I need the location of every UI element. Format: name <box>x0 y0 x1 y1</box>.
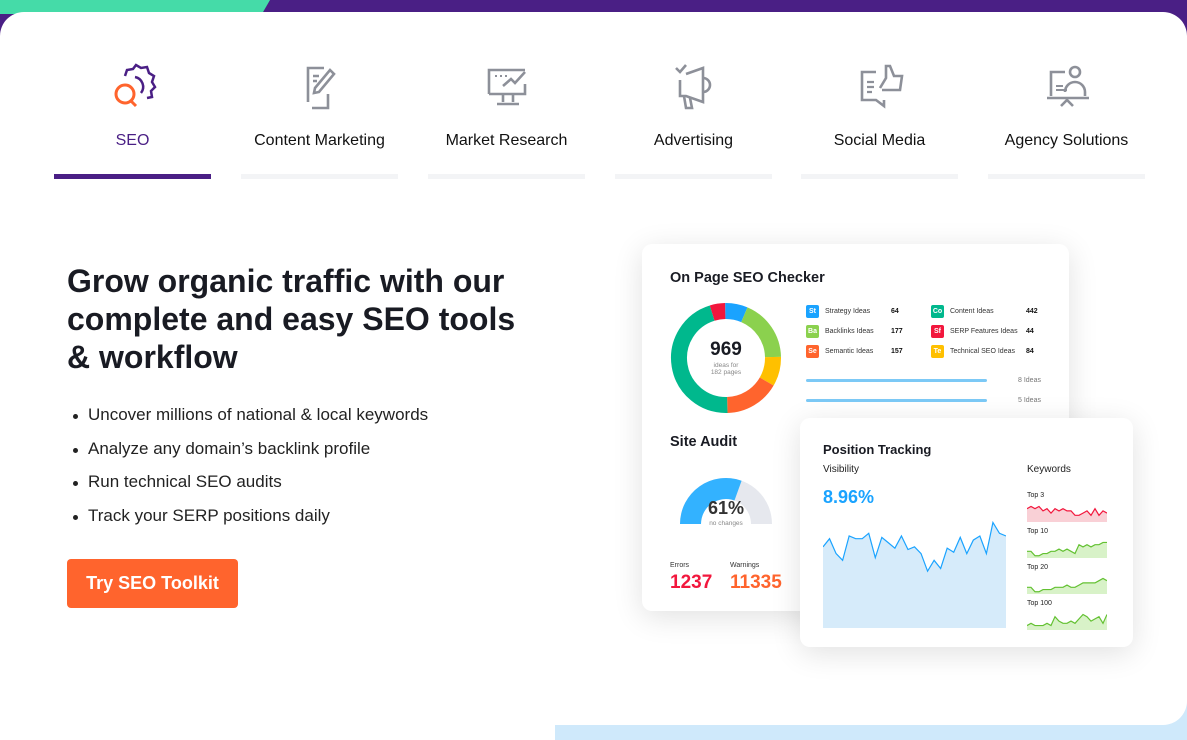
keyword-sparkline <box>1027 577 1107 594</box>
idea-value: 157 <box>891 348 903 355</box>
hero-heading: Grow organic traffic with our complete a… <box>67 263 516 375</box>
tab-indicator <box>988 174 1145 179</box>
tab-advertising[interactable]: Advertising <box>615 12 772 192</box>
monitor-chart-icon <box>487 68 526 106</box>
idea-label: Technical SEO Ideas <box>950 348 1015 355</box>
keyword-sparkline <box>1027 613 1107 630</box>
idea-legend-item: Se Semantic Ideas 157 <box>806 345 903 358</box>
tab-label: Content Marketing <box>254 132 385 149</box>
keyword-bucket-label: Top 3 <box>1027 492 1045 499</box>
tab-indicator <box>428 174 585 179</box>
keyword-bucket-label: Top 20 <box>1027 564 1049 571</box>
idea-badge: St <box>806 305 819 318</box>
document-pencil-icon <box>306 66 336 110</box>
megaphone-icon <box>674 64 711 110</box>
thumbs-up-chat-icon <box>860 64 903 109</box>
donut-slice <box>725 303 748 323</box>
area-fill <box>823 522 1006 628</box>
tab-seo[interactable]: SEO <box>54 12 211 192</box>
idea-value: 177 <box>891 328 903 335</box>
warnings-count: 11335 <box>730 572 782 593</box>
idea-badge: Co <box>931 305 944 318</box>
seo-gear-search-icon <box>114 63 157 108</box>
keyword-sparkline <box>1027 541 1107 558</box>
tab-market-research[interactable]: Market Research <box>428 12 585 192</box>
site-audit-title: Site Audit <box>670 434 738 450</box>
presenter-icon <box>1046 65 1089 107</box>
donut-slice <box>726 377 774 413</box>
tab-indicator <box>615 174 772 179</box>
idea-value: 442 <box>1026 308 1038 315</box>
feature-item: Run technical SEO audits <box>70 472 428 506</box>
idea-legend-item: St Strategy Ideas 64 <box>806 305 899 318</box>
seo-feature-card: SEO Content Marketing Market Research Ad… <box>0 12 1187 725</box>
idea-legend-item: Ba Backlinks Ideas 177 <box>806 325 903 338</box>
ideas-progress-bar <box>806 379 987 382</box>
tab-label: Advertising <box>653 132 734 149</box>
feature-item: Uncover millions of national & local key… <box>70 405 428 439</box>
audit-note: no changes <box>709 520 743 527</box>
idea-value: 64 <box>891 308 899 315</box>
tab-content-marketing[interactable]: Content Marketing <box>241 12 398 192</box>
keywords-label: Keywords <box>1027 464 1071 475</box>
ideas-subtitle: ideas for <box>713 362 739 369</box>
errors-count: 1237 <box>670 572 713 593</box>
keyword-bucket-label: Top 10 <box>1027 528 1049 535</box>
tab-indicator <box>801 174 958 179</box>
idea-badge: Ba <box>806 325 819 338</box>
idea-legend-item: Co Content Ideas 442 <box>931 305 1038 318</box>
ideas-bar-label: 8 Ideas <box>1018 377 1041 384</box>
feature-item: Track your SERP positions daily <box>70 506 428 540</box>
panel-title: On Page SEO Checker <box>670 270 825 286</box>
tab-social-media[interactable]: Social Media <box>801 12 958 192</box>
idea-label: Backlinks Ideas <box>825 328 874 335</box>
visibility-value: 8.96% <box>823 487 875 507</box>
ideas-progress-bar <box>806 399 987 402</box>
position-tracking-panel: Position Tracking Visibility 8.96% Keywo… <box>800 418 1133 647</box>
idea-badge: Te <box>931 345 944 358</box>
panel-title: Position Tracking <box>823 442 932 457</box>
idea-label: Strategy Ideas <box>825 308 871 315</box>
tab-label: Social Media <box>833 132 926 149</box>
ideas-bar-label: 5 Ideas <box>1018 397 1041 404</box>
idea-legend-item: Sf SERP Features Ideas 44 <box>931 325 1034 338</box>
audit-percent: 61% <box>707 498 745 518</box>
tab-agency-solutions[interactable]: Agency Solutions <box>988 12 1145 192</box>
keyword-sparkline <box>1027 505 1107 522</box>
tab-indicator <box>54 174 211 179</box>
idea-badge: Sf <box>931 325 944 338</box>
errors-label: Errors <box>670 562 690 569</box>
warnings-label: Warnings <box>730 562 760 569</box>
idea-badge: Se <box>806 345 819 358</box>
tab-label: Market Research <box>445 132 568 149</box>
idea-legend-item: Te Technical SEO Ideas 84 <box>931 345 1034 358</box>
area-fill <box>1027 614 1107 630</box>
visibility-chart <box>823 520 1006 628</box>
ideas-subtitle: 182 pages <box>710 369 742 376</box>
idea-label: Content Ideas <box>950 308 994 315</box>
idea-value: 44 <box>1026 328 1034 335</box>
visibility-label: Visibility <box>823 464 859 475</box>
donut-slice <box>709 303 726 321</box>
idea-value: 84 <box>1026 348 1034 355</box>
tab-label: SEO <box>115 132 150 149</box>
idea-label: Semantic Ideas <box>825 348 874 355</box>
feature-list: Uncover millions of national & local key… <box>70 405 428 540</box>
tab-label: Agency Solutions <box>1004 132 1129 149</box>
ideas-total: 969 <box>710 339 742 360</box>
keyword-bucket-label: Top 100 <box>1027 600 1052 607</box>
feature-item: Analyze any domain’s backlink profile <box>70 439 428 473</box>
try-seo-toolkit-button[interactable]: Try SEO Toolkit <box>67 559 238 608</box>
idea-label: SERP Features Ideas <box>950 328 1018 335</box>
tab-indicator <box>241 174 398 179</box>
